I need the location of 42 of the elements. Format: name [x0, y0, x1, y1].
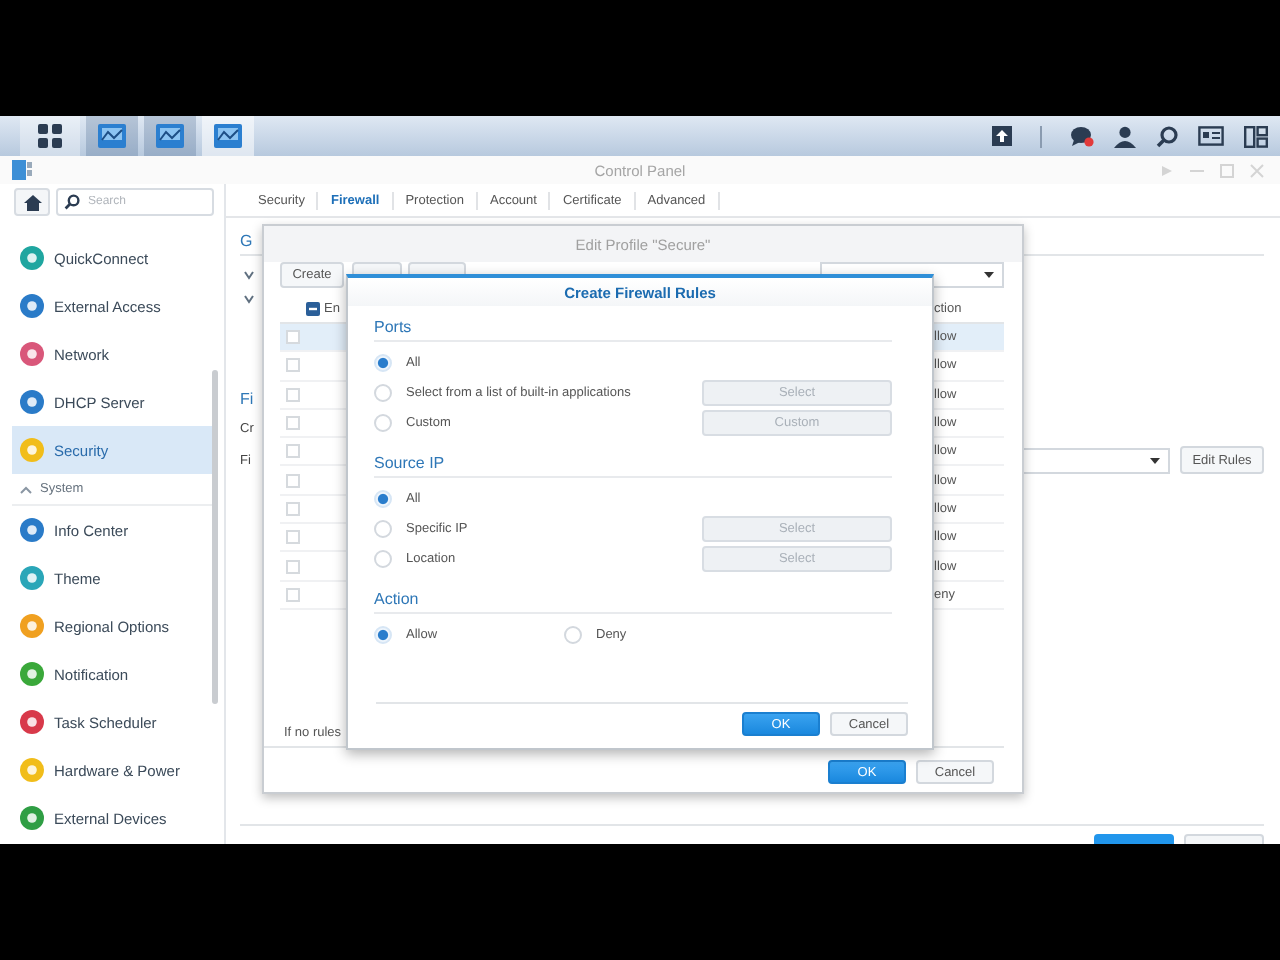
partial-checkbox-icon[interactable] [306, 302, 320, 316]
pin-icon[interactable] [1160, 163, 1174, 177]
grid-icon [38, 124, 62, 148]
taskbar-app-button[interactable] [86, 116, 138, 156]
row-checkbox[interactable] [286, 530, 300, 545]
row-checkbox[interactable] [286, 444, 300, 459]
section-heading: Fi [240, 389, 254, 407]
upload-icon[interactable] [992, 126, 1012, 146]
taskbar-app-button[interactable] [202, 116, 254, 156]
section-heading: Ports [374, 317, 412, 335]
window-icon [212, 122, 244, 150]
home-button[interactable] [14, 188, 50, 216]
row-checkbox[interactable] [286, 501, 300, 516]
dropdown-arrow-icon [984, 272, 994, 278]
window-icon [96, 122, 128, 150]
chat-icon[interactable] [1070, 125, 1094, 147]
layout-icon[interactable] [1244, 125, 1268, 147]
dropdown-arrow-icon [1150, 457, 1160, 463]
row-checkbox[interactable] [286, 387, 300, 402]
card-icon[interactable] [1198, 126, 1224, 146]
control-panel-icon [12, 160, 32, 180]
taskbar-app-button[interactable] [144, 116, 196, 156]
search-icon[interactable] [1156, 125, 1178, 147]
section-heading: Source IP [374, 453, 445, 471]
maximize-icon[interactable] [1220, 163, 1234, 177]
home-icon [23, 193, 41, 211]
row-checkbox[interactable] [286, 559, 300, 574]
chevron-icon [244, 294, 254, 304]
user-icon[interactable] [1114, 125, 1136, 147]
window-icon [154, 122, 186, 150]
scrollbar[interactable] [212, 370, 218, 704]
main-menu-button[interactable] [20, 116, 80, 156]
section-heading: G [240, 231, 253, 249]
row-checkbox[interactable] [286, 416, 300, 431]
search-icon [64, 194, 80, 210]
chevron-icon [244, 270, 254, 280]
row-checkbox[interactable] [286, 587, 300, 602]
close-icon[interactable] [1250, 163, 1264, 177]
row-checkbox[interactable] [286, 330, 300, 345]
row-checkbox[interactable] [286, 473, 300, 488]
section-heading: Action [374, 589, 419, 607]
row-checkbox[interactable] [286, 358, 300, 373]
